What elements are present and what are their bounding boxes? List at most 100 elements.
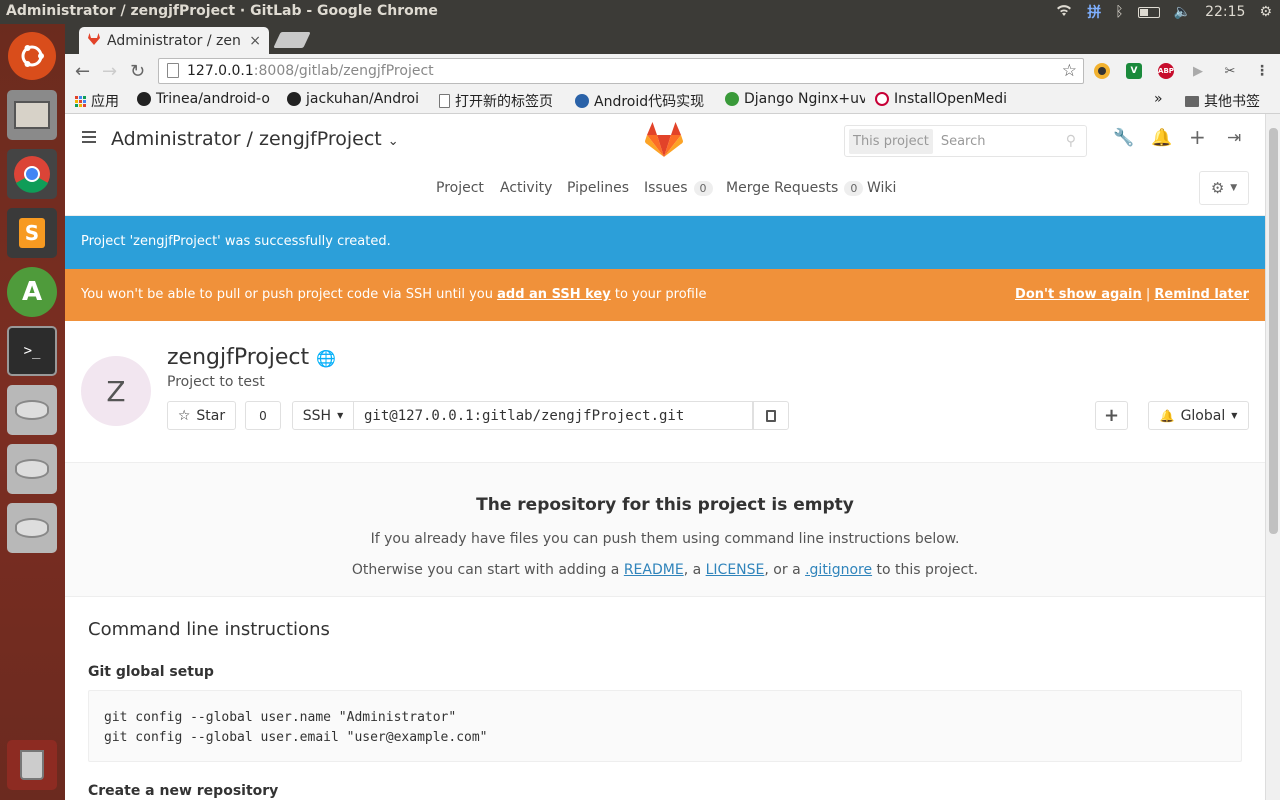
copy-clipboard-button[interactable] [753, 401, 789, 430]
create-repo-heading: Create a new repository [88, 783, 279, 799]
chrome-icon[interactable] [7, 149, 57, 199]
bluetooth-icon[interactable]: ᛒ [1115, 4, 1123, 20]
battery-icon[interactable] [1137, 6, 1160, 18]
nav-wiki[interactable]: Wiki [867, 180, 896, 196]
android-studio-icon[interactable]: A [7, 267, 57, 317]
notifications-bell-icon[interactable]: 🔔 [1151, 128, 1172, 148]
gitlab-logo-icon[interactable] [645, 122, 683, 162]
search-box[interactable]: This project Search ⚲ [844, 125, 1087, 157]
ubuntu-dash-icon[interactable] [8, 32, 56, 80]
caret-down-icon: ▼ [1231, 411, 1238, 420]
github-icon [137, 92, 151, 106]
nav-project[interactable]: Project [436, 180, 484, 196]
globe-icon: 🌐 [316, 349, 337, 368]
scrollbar-thumb[interactable] [1269, 128, 1278, 534]
page-info-icon[interactable] [167, 63, 179, 78]
extension-flag-icon[interactable]: ▶ [1190, 63, 1206, 79]
settings-icon[interactable]: ⚙ [1259, 4, 1272, 20]
sign-out-icon[interactable]: ⇥ [1227, 128, 1241, 148]
caret-down-icon: ▼ [337, 411, 344, 420]
git-global-setup-heading: Git global setup [88, 664, 214, 680]
sublime-text-icon[interactable]: S [7, 208, 57, 258]
nav-merge-requests[interactable]: Merge Requests 0 [726, 180, 864, 196]
window-title: Administrator / zengjfProject · GitLab -… [6, 3, 438, 19]
terminal-icon[interactable]: >_ [7, 326, 57, 376]
other-bookmarks[interactable]: 其他书签 [1185, 91, 1260, 111]
add-readme-link[interactable]: README [624, 562, 684, 578]
breadcrumb[interactable]: Administrator / zengjfProject ⌄ [111, 128, 399, 150]
extension-v-icon[interactable]: V [1126, 63, 1142, 79]
star-button[interactable]: ☆ Star [167, 401, 236, 430]
bookmark-item[interactable]: jackuhan/Androi [287, 91, 425, 107]
forward-icon[interactable]: → [102, 61, 117, 82]
notification-level-dropdown[interactable]: 🔔 Global ▼ [1148, 401, 1249, 430]
search-icon[interactable]: ⚲ [1066, 133, 1076, 149]
nav-activity[interactable]: Activity [500, 180, 552, 196]
add-license-link[interactable]: LICENSE [706, 562, 765, 578]
bookmark-item[interactable]: Android代码实现 [575, 91, 715, 111]
star-icon: ☆ [177, 407, 191, 424]
disk-drive-icon[interactable] [7, 444, 57, 494]
chrome-menu-icon[interactable]: ⋮ [1254, 63, 1270, 79]
add-file-dropdown[interactable]: + [1095, 401, 1128, 430]
new-tab-button[interactable] [273, 32, 311, 48]
clock[interactable]: 22:15 [1205, 4, 1245, 20]
apps-icon [75, 95, 86, 107]
bookmark-item[interactable]: Trinea/android-o [137, 91, 277, 107]
git-global-setup-code: git config --global user.name "Administr… [88, 690, 1242, 762]
add-ssh-key-link[interactable]: add an SSH key [497, 287, 611, 302]
site-icon [725, 92, 739, 106]
volume-icon[interactable]: 🔈 [1174, 4, 1191, 20]
clone-url-input[interactable]: git@127.0.0.1:gitlab/zengjfProject.git [353, 401, 753, 430]
sidebar-toggle-icon[interactable] [82, 131, 96, 143]
address-bar[interactable]: 127.0.0.1:8008/gitlab/zengjfProject ☆ [158, 58, 1084, 84]
gitlab-header: Administrator / zengjfProject ⌄ This pro… [65, 114, 1265, 166]
empty-repo-panel: The repository for this project is empty… [65, 463, 1265, 597]
disk-drive-icon[interactable] [7, 503, 57, 553]
files-icon[interactable] [7, 90, 57, 140]
search-scope-badge[interactable]: This project [849, 128, 933, 154]
reload-icon[interactable]: ↻ [130, 61, 145, 82]
star-count[interactable]: 0 [245, 401, 281, 430]
launcher: S A >_ [0, 24, 65, 800]
empty-repo-hint: If you already have files you can push t… [370, 531, 960, 547]
clone-protocol-dropdown[interactable]: SSH ▼ [292, 401, 354, 430]
search-input[interactable]: Search [941, 134, 986, 149]
chevron-down-icon: ⌄ [387, 134, 399, 149]
nav-pipelines[interactable]: Pipelines [567, 180, 629, 196]
add-gitignore-link[interactable]: .gitignore [805, 562, 872, 578]
project-settings-dropdown[interactable]: ⚙ ▼ [1199, 171, 1249, 205]
project-nav: Project Activity Pipelines Issues 0 Merge… [65, 166, 1265, 216]
extension-cross-icon[interactable]: ✂ [1222, 63, 1238, 79]
new-plus-icon[interactable]: + [1189, 125, 1206, 149]
remind-later-link[interactable]: Remind later [1154, 287, 1249, 302]
bookmark-item[interactable]: 打开新的标签页 [439, 91, 553, 111]
project-header: Z zengjfProject 🌐 Project to test [65, 321, 1265, 463]
adblock-icon[interactable]: ABP [1158, 63, 1174, 79]
bookmarks-overflow-button[interactable]: » [1154, 91, 1163, 107]
empty-repo-links: Otherwise you can start with adding a RE… [351, 562, 979, 578]
bookmark-item[interactable]: InstallOpenMedi [875, 91, 1015, 107]
bookmark-item[interactable]: Django Nginx+uv [725, 91, 865, 107]
page-scrollbar[interactable] [1265, 114, 1280, 800]
system-tray: 拼 ᛒ 🔈 22:15 ⚙ [1055, 0, 1272, 24]
project-avatar: Z [81, 356, 151, 426]
extension-icon[interactable] [1094, 63, 1110, 79]
browser-tab[interactable]: Administrator / zen × [79, 27, 269, 54]
gitlab-favicon-icon [87, 32, 101, 50]
back-icon[interactable]: ← [75, 61, 90, 82]
empty-repo-title: The repository for this project is empty [476, 495, 854, 515]
bell-icon: 🔔 [1159, 408, 1175, 423]
nav-issues[interactable]: Issues 0 [644, 180, 713, 196]
bookmark-apps[interactable]: 应用 [75, 91, 119, 111]
dont-show-again-link[interactable]: Don't show again [1015, 287, 1142, 302]
wifi-icon[interactable] [1055, 3, 1073, 21]
trash-icon[interactable] [7, 740, 57, 790]
disk-drive-icon[interactable] [7, 385, 57, 435]
close-tab-icon[interactable]: × [249, 33, 261, 49]
input-method-indicator[interactable]: 拼 [1087, 2, 1101, 22]
flash-notice: Project 'zengjfProject' was successfully… [65, 216, 1265, 269]
admin-wrench-icon[interactable]: 🔧 [1113, 128, 1134, 148]
browser-toolbar: ← → ↻ 127.0.0.1:8008/gitlab/zengjfProjec… [65, 54, 1280, 88]
bookmark-star-icon[interactable]: ☆ [1062, 61, 1077, 81]
